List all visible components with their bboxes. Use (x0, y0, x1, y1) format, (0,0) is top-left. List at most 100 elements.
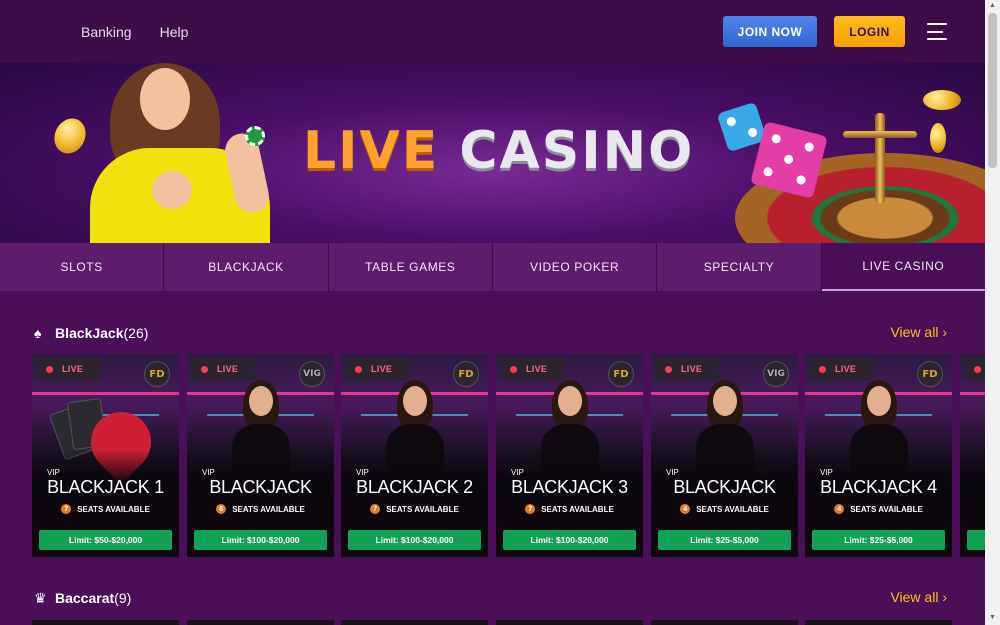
game-card[interactable]: LIVE FD VIP BLACKJACK 1 7 SEATS AVAILABLE Limi… (32, 354, 179, 557)
live-dot-icon (46, 365, 53, 373)
gold-coin-icon (930, 123, 946, 153)
vip-label: VIP (202, 468, 215, 477)
game-title: BLACKJACK (673, 477, 776, 497)
live-badge (964, 358, 985, 380)
hero-title-live: LIVE (303, 121, 440, 181)
bet-limit-button[interactable]: Limit: $100-$20,000 (348, 530, 481, 550)
seats-available: 7 SEATS AVAILABLE (496, 504, 643, 514)
game-title: BLACKJACK 2 (356, 477, 473, 497)
vip-label: VIP (356, 468, 369, 477)
live-badge: LIVE (655, 358, 719, 380)
live-dot-icon (510, 365, 517, 373)
seat-count-badge: 7 (61, 504, 72, 514)
hero-title: LIVE CASINO (303, 125, 694, 177)
live-label: LIVE (681, 364, 703, 374)
view-all-blackjack-link[interactable]: View all › (890, 324, 947, 340)
provider-logo-icon: VIG (763, 361, 789, 387)
provider-logo-icon: FD (453, 361, 479, 387)
seats-available: 6 SEATS AVAILABLE (187, 504, 334, 514)
game-card[interactable]: LIVE FD VIP BLACKJACK 2 7 SEATS AVAILABLE Limi… (341, 354, 488, 557)
seats-available: 7 SEATS AVAILABLE (32, 504, 179, 514)
live-label: LIVE (835, 364, 857, 374)
scroll-up-icon[interactable]: ▲ (988, 2, 997, 10)
section-count: (26) (123, 325, 149, 341)
section-header-baccarat: ♛ Baccarat(9) View all › (0, 588, 985, 608)
live-label: LIVE (371, 364, 393, 374)
menu-icon[interactable] (927, 23, 947, 40)
game-title: BLACKJACK 1 (47, 477, 164, 497)
provider-logo-icon: FD (917, 361, 943, 387)
tab-table-games[interactable]: TABLE GAMES (328, 243, 493, 291)
scroll-down-icon[interactable]: ▼ (988, 614, 997, 622)
seat-count-badge: 6 (216, 504, 227, 514)
bet-limit-button[interactable] (967, 530, 985, 550)
live-dot-icon (665, 365, 672, 373)
crown-icon: ♛ (34, 590, 47, 606)
seat-count-badge: 7 (525, 504, 536, 514)
live-label: LIVE (62, 364, 84, 374)
login-button[interactable]: LOGIN (834, 16, 905, 47)
scrollbar-thumb[interactable] (988, 13, 997, 168)
game-title: BLACKJACK (209, 477, 312, 497)
game-card[interactable]: LIVE FD VIP BLACKJACK 3 7 SEATS AVAILABLE Limi… (496, 354, 643, 557)
bet-limit-button[interactable]: Limit: $25-$5,000 (812, 530, 945, 550)
nav-link-banking[interactable]: Banking (81, 24, 132, 40)
game-title: BLACKJACK 4 (820, 477, 937, 497)
spade-icon: ♠ (34, 325, 42, 341)
provider-logo-icon: VIG (299, 361, 325, 387)
hero-title-casino: CASINO (459, 121, 695, 181)
section-title: BlackJack(26) (55, 325, 149, 341)
live-label: LIVE (217, 364, 239, 374)
gold-coin-icon (923, 90, 961, 110)
bet-limit-button[interactable]: Limit: $50-$20,000 (39, 530, 172, 550)
join-now-button[interactable]: JOIN NOW (723, 16, 817, 47)
vip-label: VIP (47, 468, 60, 477)
casino-chip-icon (245, 126, 265, 146)
vip-label: VIP (820, 468, 833, 477)
top-nav-bar: Banking Help JOIN NOW LOGIN (0, 0, 985, 63)
section-count: (9) (114, 590, 132, 606)
section-title: Baccarat(9) (55, 590, 132, 606)
game-title: BLACKJACK 3 (511, 477, 628, 497)
page-scrollbar[interactable]: ▲ ▼ (985, 0, 1000, 625)
bet-limit-button[interactable]: Limit: $100-$20,000 (194, 530, 327, 550)
game-card[interactable]: LIVE VIG VIP BLACKJACK 4 SEATS AVAILABLE Limit… (651, 354, 798, 557)
seats-available: 7 SEATS AVAILABLE (341, 504, 488, 514)
live-badge: LIVE (500, 358, 564, 380)
nav-link-help[interactable]: Help (160, 24, 189, 40)
game-card[interactable]: LIVE FD VIP BLACKJACK 4 4 SEATS AVAILABLE Limi… (805, 354, 952, 557)
seats-available: 4 SEATS AVAILABLE (805, 504, 952, 514)
live-badge: LIVE (345, 358, 409, 380)
category-tabs: SLOTS BLACKJACK TABLE GAMES VIDEO POKER … (0, 243, 985, 291)
hero-banner: LIVE CASINO (0, 63, 985, 243)
bet-limit-button[interactable]: Limit: $100-$20,000 (503, 530, 636, 550)
live-dot-icon (355, 365, 362, 373)
view-all-baccarat-link[interactable]: View all › (890, 589, 947, 605)
tab-specialty[interactable]: SPECIALTY (657, 243, 822, 291)
seat-count-badge: 4 (680, 504, 691, 514)
tab-blackjack[interactable]: BLACKJACK (164, 243, 329, 291)
tab-live-casino[interactable]: LIVE CASINO (821, 243, 985, 291)
chevron-right-icon: › (942, 589, 947, 605)
live-badge: LIVE (809, 358, 873, 380)
section-header-blackjack: ♠ BlackJack(26) View all › (0, 323, 985, 343)
seats-available: 4 SEATS AVAILABLE (651, 504, 798, 514)
vip-label: VIP (511, 468, 524, 477)
seat-count-badge: 4 (834, 504, 845, 514)
live-dot-icon (819, 365, 826, 373)
baccarat-card-row (32, 620, 985, 625)
tab-video-poker[interactable]: VIDEO POKER (492, 243, 658, 291)
blackjack-card-row: LIVE FD VIP BLACKJACK 1 7 SEATS AVAILABLE Limi… (32, 354, 985, 557)
live-dot-icon (201, 365, 208, 373)
live-dot-icon (974, 365, 981, 373)
tab-slots[interactable]: SLOTS (0, 243, 165, 291)
game-card[interactable] (960, 354, 985, 557)
provider-logo-icon: FD (608, 361, 634, 387)
vip-label: VIP (666, 468, 679, 477)
live-badge: LIVE (36, 358, 100, 380)
provider-logo-icon: FD (144, 361, 170, 387)
hero-dealer-image (40, 63, 280, 243)
game-card[interactable]: LIVE VIG VIP BLACKJACK 6 SEATS AVAILABLE Limit… (187, 354, 334, 557)
live-label: LIVE (526, 364, 548, 374)
bet-limit-button[interactable]: Limit: $25-$5,000 (658, 530, 791, 550)
